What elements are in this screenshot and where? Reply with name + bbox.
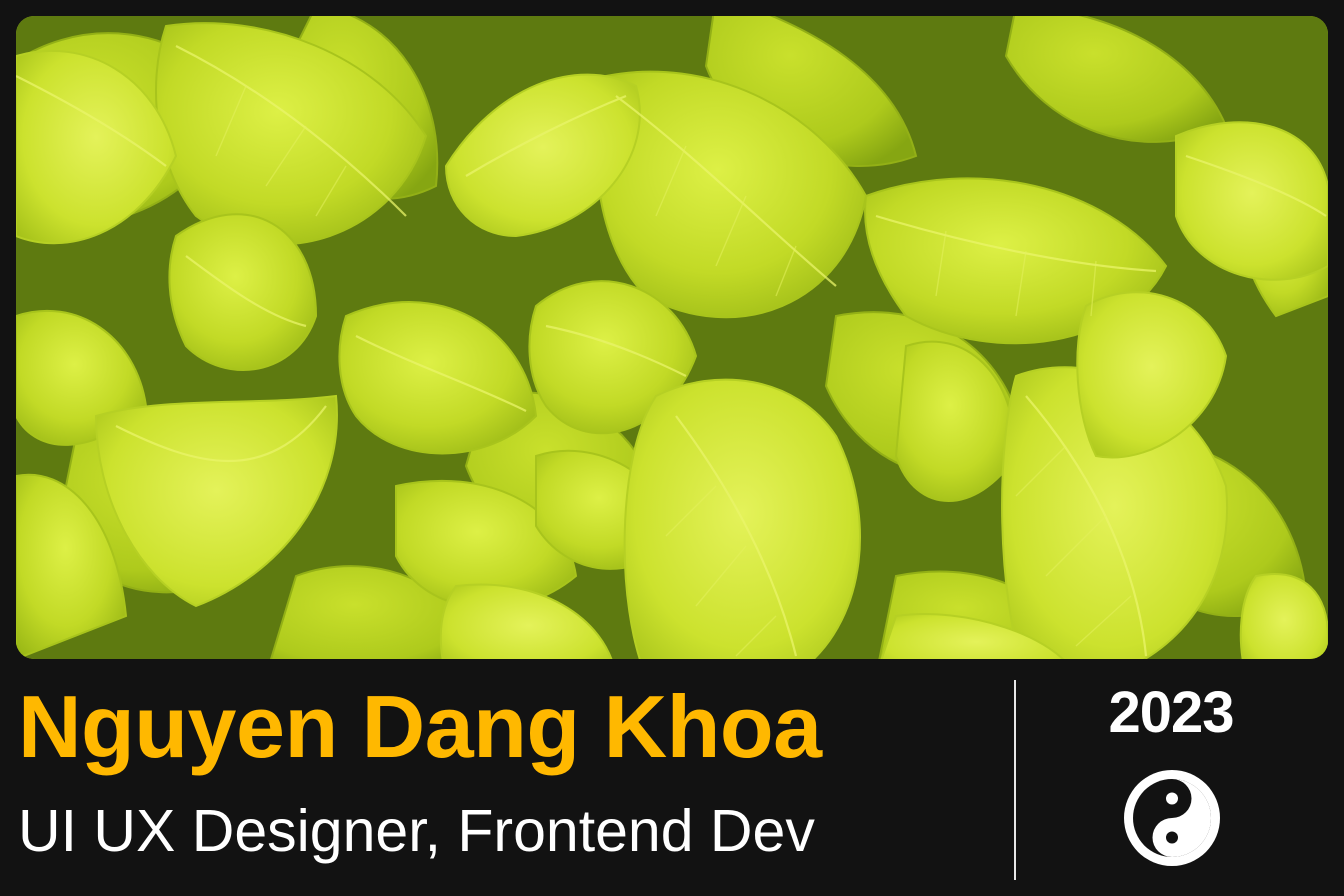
year-text: 2023 bbox=[1108, 680, 1234, 745]
leaves-photo bbox=[16, 16, 1328, 659]
name-heading: Nguyen Dang Khoa bbox=[18, 677, 822, 776]
role-text: UI UX Designer, Frontend Dev bbox=[18, 798, 815, 864]
yin-yang-icon bbox=[1122, 768, 1222, 868]
